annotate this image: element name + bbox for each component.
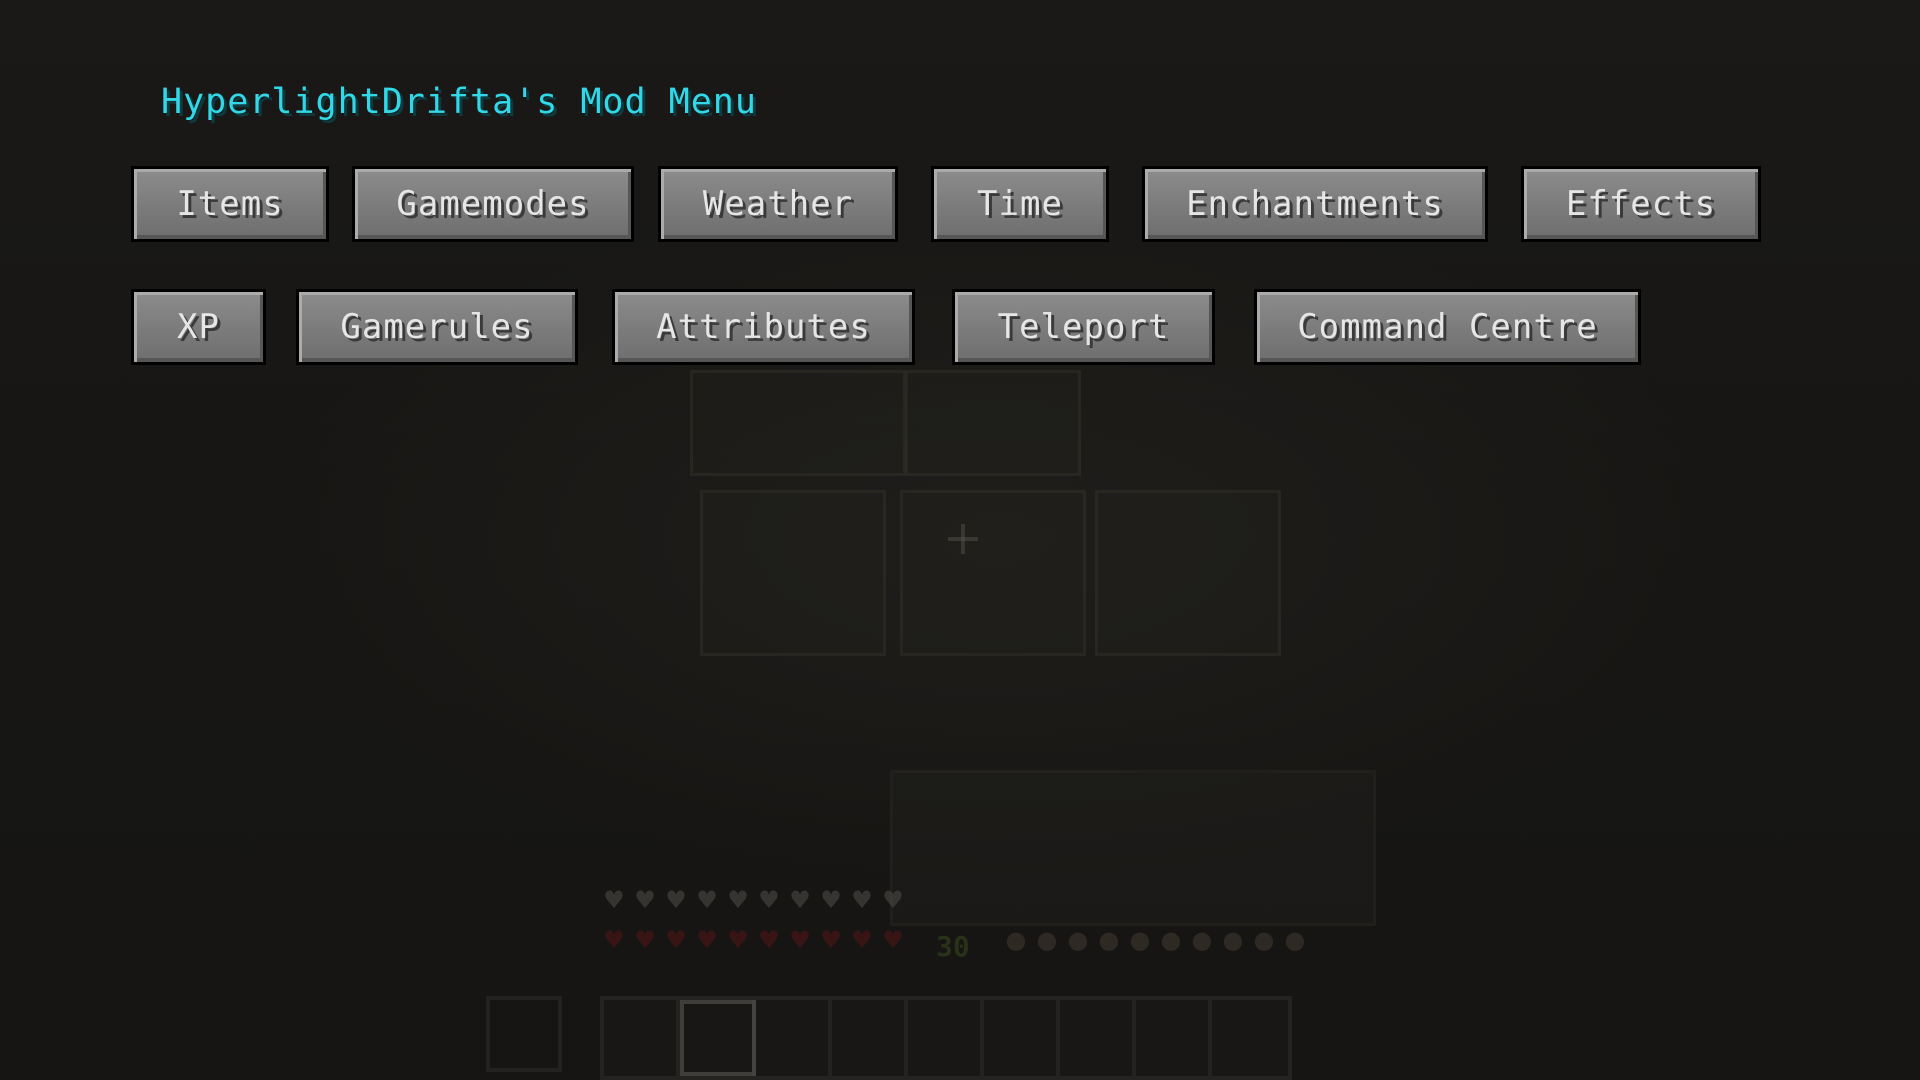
heart-icon: ♥ bbox=[696, 926, 718, 954]
heart-icon: ♥ bbox=[789, 926, 811, 954]
food-icon: ● bbox=[1005, 926, 1027, 954]
menu-button-row-1: Items Gamemodes Weather Time Enchantment… bbox=[131, 166, 1761, 242]
armor-icon: ♥ bbox=[758, 886, 780, 914]
xp-button[interactable]: XP bbox=[131, 289, 266, 365]
hotbar-slot bbox=[984, 1000, 1060, 1076]
armor-icon: ♥ bbox=[820, 886, 842, 914]
heart-icon: ♥ bbox=[665, 926, 687, 954]
hotbar-slot bbox=[604, 1000, 680, 1076]
armor-icon: ♥ bbox=[727, 886, 749, 914]
hotbar-slot bbox=[832, 1000, 908, 1076]
world-block bbox=[900, 490, 1086, 656]
world-block bbox=[690, 370, 906, 476]
world-block bbox=[905, 370, 1081, 476]
crosshair-icon bbox=[948, 524, 978, 554]
world-block bbox=[1095, 490, 1281, 656]
time-button[interactable]: Time bbox=[931, 166, 1109, 242]
xp-level-label: 30 bbox=[936, 930, 970, 963]
weather-button[interactable]: Weather bbox=[658, 166, 898, 242]
heart-icon: ♥ bbox=[820, 926, 842, 954]
items-button[interactable]: Items bbox=[131, 166, 329, 242]
heart-icon: ♥ bbox=[634, 926, 656, 954]
food-icon: ● bbox=[1253, 926, 1275, 954]
offhand-slot bbox=[486, 996, 562, 1072]
food-icon: ● bbox=[1222, 926, 1244, 954]
armor-icon: ♥ bbox=[882, 886, 904, 914]
armor-icon: ♥ bbox=[696, 886, 718, 914]
armor-icon: ♥ bbox=[634, 886, 656, 914]
food-icon: ● bbox=[1098, 926, 1120, 954]
hotbar-slot bbox=[1136, 1000, 1212, 1076]
gamerules-button[interactable]: Gamerules bbox=[296, 289, 578, 365]
world-block bbox=[700, 490, 886, 656]
hotbar-slot bbox=[908, 1000, 984, 1076]
food-icon: ● bbox=[1191, 926, 1213, 954]
hotbar-slot-selected bbox=[680, 1000, 756, 1076]
heart-icon: ♥ bbox=[882, 926, 904, 954]
menu-button-row-2: XP Gamerules Attributes Teleport Command… bbox=[131, 289, 1641, 365]
world-floor bbox=[890, 770, 1376, 926]
hotbar bbox=[600, 996, 1292, 1080]
health-bar: ♥ ♥ ♥ ♥ ♥ ♥ ♥ ♥ ♥ ♥ bbox=[600, 928, 907, 952]
heart-icon: ♥ bbox=[727, 926, 749, 954]
food-icon: ● bbox=[1036, 926, 1058, 954]
teleport-button[interactable]: Teleport bbox=[952, 289, 1215, 365]
hotbar-slot bbox=[1212, 1000, 1288, 1076]
food-icon: ● bbox=[1129, 926, 1151, 954]
armor-icon: ♥ bbox=[665, 886, 687, 914]
menu-title: HyperlightDrifta's Mod Menu bbox=[161, 82, 757, 122]
heart-icon: ♥ bbox=[758, 926, 780, 954]
heart-icon: ♥ bbox=[603, 926, 625, 954]
armor-bar: ♥ ♥ ♥ ♥ ♥ ♥ ♥ ♥ ♥ ♥ bbox=[600, 888, 907, 912]
command-centre-button[interactable]: Command Centre bbox=[1254, 289, 1641, 365]
food-icon: ● bbox=[1160, 926, 1182, 954]
food-icon: ● bbox=[1284, 926, 1306, 954]
hotbar-slot bbox=[1060, 1000, 1136, 1076]
armor-icon: ♥ bbox=[789, 886, 811, 914]
hunger-bar: ● ● ● ● ● ● ● ● ● ● bbox=[1002, 928, 1309, 952]
food-icon: ● bbox=[1067, 926, 1089, 954]
armor-icon: ♥ bbox=[851, 886, 873, 914]
gamemodes-button[interactable]: Gamemodes bbox=[352, 166, 634, 242]
armor-icon: ♥ bbox=[603, 886, 625, 914]
hotbar-slot bbox=[756, 1000, 832, 1076]
heart-icon: ♥ bbox=[851, 926, 873, 954]
effects-button[interactable]: Effects bbox=[1521, 166, 1761, 242]
attributes-button[interactable]: Attributes bbox=[612, 289, 915, 365]
enchantments-button[interactable]: Enchantments bbox=[1142, 166, 1488, 242]
game-screen: ♥ ♥ ♥ ♥ ♥ ♥ ♥ ♥ ♥ ♥ ♥ ♥ ♥ ♥ ♥ ♥ ♥ ♥ ♥ ♥ 30 ● ● ● ● ● ● ● ● ● ● Hype… bbox=[0, 0, 1920, 1080]
